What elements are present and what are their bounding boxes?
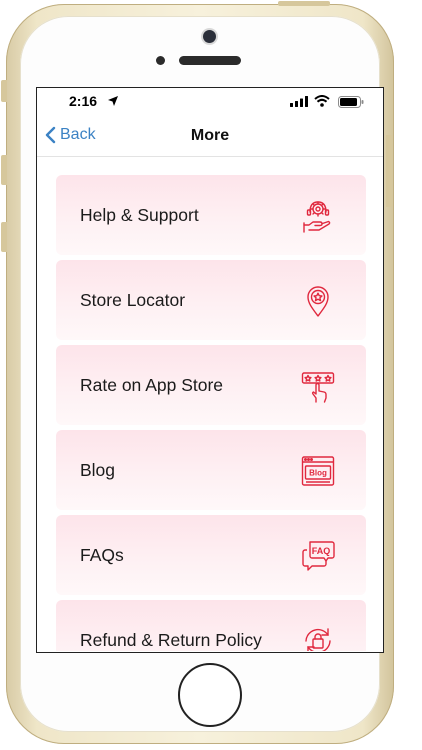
faq-icon: FAQ xyxy=(302,541,335,571)
menu-item-label: Rate on App Store xyxy=(80,374,224,395)
volume-up-button xyxy=(1,155,7,185)
status-time: 2:16 xyxy=(69,93,98,109)
volume-down-button xyxy=(1,222,7,252)
navigation-bar: Back More xyxy=(37,116,383,157)
menu-item-label: FAQs xyxy=(80,544,124,565)
menu-item-label: Help & Support xyxy=(80,204,199,225)
menu-item-rate-app[interactable]: Rate on App Store xyxy=(56,345,366,425)
menu-item-store-locator[interactable]: Store Locator xyxy=(56,260,366,340)
status-bar: 2:16 xyxy=(37,88,383,116)
proximity-sensor xyxy=(156,56,165,65)
wifi-icon xyxy=(314,95,330,107)
menu-item-faqs[interactable]: FAQs FAQ xyxy=(56,515,366,595)
menu-item-label: Blog xyxy=(80,459,116,480)
menu-item-help-support[interactable]: Help & Support xyxy=(56,175,366,255)
menu-item-refund-policy[interactable]: Refund & Return Policy xyxy=(56,600,366,651)
power-button xyxy=(386,135,392,207)
home-button[interactable] xyxy=(178,663,242,727)
earpiece-speaker xyxy=(179,56,241,65)
blog-icon-text: Blog xyxy=(309,469,327,478)
store-locator-icon xyxy=(307,286,329,317)
mute-switch xyxy=(1,80,7,102)
refund-policy-icon xyxy=(305,628,331,651)
page-title: More xyxy=(190,127,230,144)
menu-item-label: Store Locator xyxy=(80,289,186,310)
top-button xyxy=(278,1,330,6)
faq-icon-text: FAQ xyxy=(312,546,331,556)
cellular-signal-icon xyxy=(290,96,308,107)
battery-icon xyxy=(338,96,364,108)
help-support-icon xyxy=(303,201,331,233)
menu-item-blog[interactable]: Blog Blog xyxy=(56,430,366,510)
location-arrow-icon xyxy=(108,96,118,106)
menu-list: Help & Support Store Locator Rate on App… xyxy=(56,175,366,651)
front-camera xyxy=(203,30,216,43)
menu-item-label: Refund & Return Policy xyxy=(80,629,262,650)
blog-icon: Blog xyxy=(301,456,335,486)
rate-app-icon xyxy=(301,372,335,403)
